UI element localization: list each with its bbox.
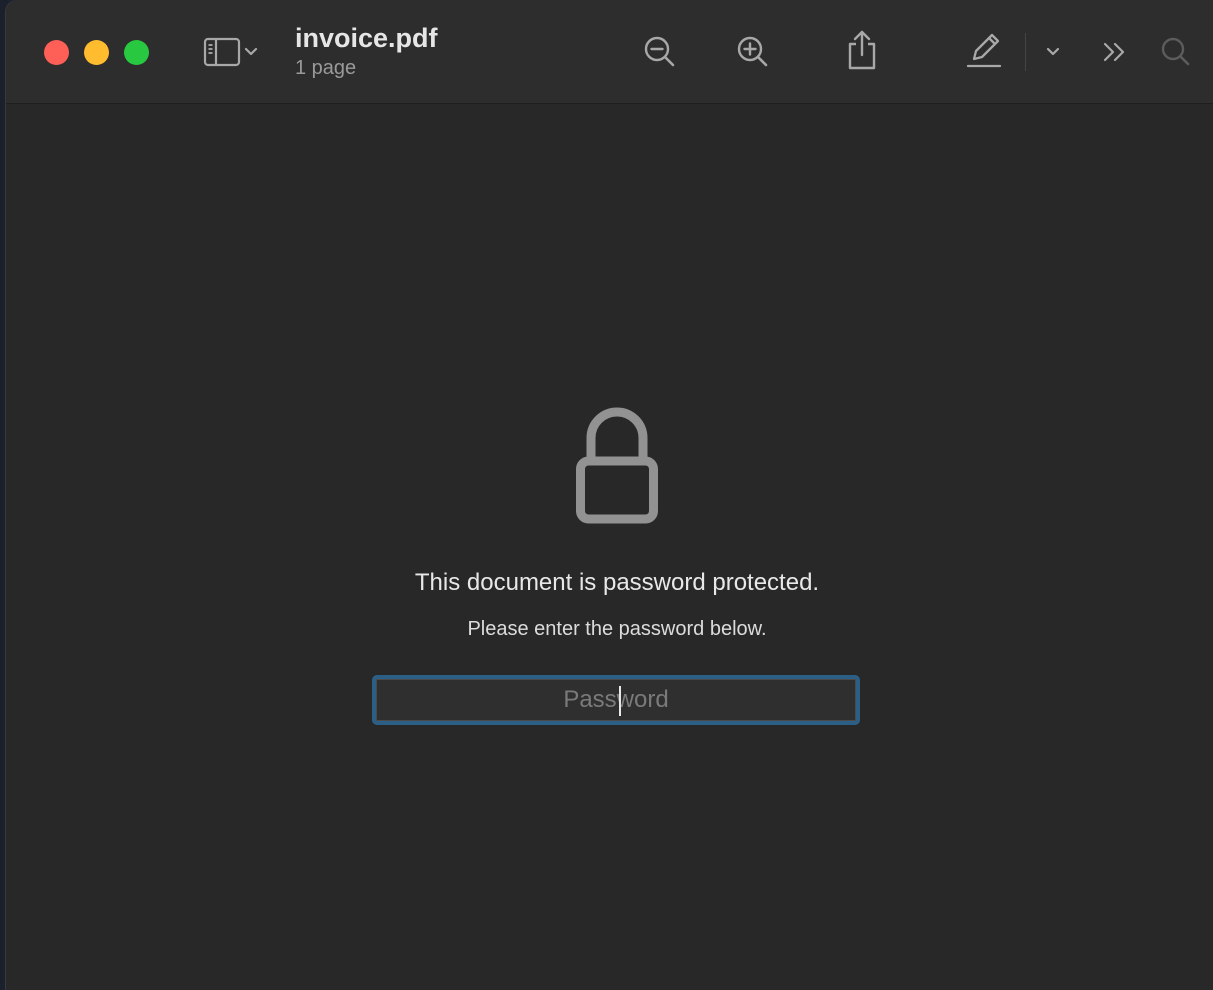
chevron-down-icon	[1044, 46, 1062, 58]
sidebar-icon	[202, 36, 242, 68]
document-title: invoice.pdf	[295, 23, 438, 53]
share-button[interactable]	[840, 26, 884, 74]
markup-options-button[interactable]	[1040, 38, 1066, 66]
zoom-in-icon	[735, 34, 771, 70]
text-cursor	[619, 686, 621, 716]
more-chevrons-icon	[1100, 40, 1130, 64]
document-area: This document is password protected. Ple…	[6, 104, 1213, 990]
minimize-window-button[interactable]	[84, 40, 109, 65]
close-window-button[interactable]	[44, 40, 69, 65]
zoom-out-icon	[642, 34, 678, 70]
password-protected-message: This document is password protected.	[414, 569, 820, 596]
titlebar: invoice.pdf 1 page	[6, 0, 1213, 104]
chevron-down-icon	[242, 46, 260, 58]
sidebar-toggle-button[interactable]	[196, 33, 266, 71]
markup-button[interactable]	[962, 28, 1006, 72]
preview-window: invoice.pdf 1 page This document is pass…	[6, 0, 1213, 990]
document-page-count: 1 page	[295, 57, 357, 79]
password-instruction: Please enter the password below.	[467, 618, 767, 640]
password-input[interactable]	[376, 679, 856, 721]
toolbar-divider	[1025, 33, 1026, 71]
share-icon	[845, 29, 879, 71]
zoom-out-button[interactable]	[638, 30, 682, 74]
search-button[interactable]	[1156, 32, 1196, 72]
more-toolbar-items-button[interactable]	[1096, 36, 1134, 68]
lock-icon	[573, 406, 661, 531]
zoom-window-button[interactable]	[124, 40, 149, 65]
password-field-focus-ring	[372, 675, 860, 725]
markup-pencil-icon	[965, 30, 1003, 70]
search-icon	[1159, 35, 1193, 69]
zoom-in-button[interactable]	[731, 30, 775, 74]
